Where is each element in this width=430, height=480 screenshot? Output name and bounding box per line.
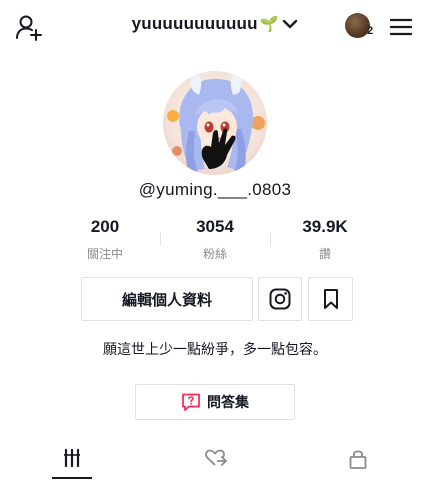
tab-liked[interactable] bbox=[196, 448, 236, 474]
stat-value: 3054 bbox=[196, 217, 234, 236]
bookmark-icon bbox=[323, 289, 338, 309]
favorites-button[interactable] bbox=[308, 277, 353, 321]
stat-following[interactable]: 200 關注中 bbox=[50, 217, 160, 262]
tab-videos[interactable] bbox=[52, 448, 92, 474]
question-box-icon bbox=[182, 393, 200, 411]
stat-value: 39.9K bbox=[302, 217, 348, 236]
profile-image bbox=[163, 71, 267, 175]
stat-likes[interactable]: 39.9K 讚 bbox=[270, 217, 380, 262]
liked-icon bbox=[205, 449, 227, 466]
qa-button[interactable]: 問答集 bbox=[135, 384, 295, 420]
instagram-button[interactable] bbox=[258, 277, 302, 321]
account-avatar-button[interactable]: 2 bbox=[345, 13, 377, 43]
profile-tabs bbox=[0, 440, 430, 480]
grid-icon bbox=[64, 448, 80, 468]
profile-handle: @yuming.___.0803 bbox=[138, 180, 292, 199]
menu-icon bbox=[390, 18, 412, 36]
instagram-icon bbox=[269, 288, 291, 310]
menu-button[interactable] bbox=[385, 13, 417, 41]
edit-profile-button[interactable]: 編輯個人資料 bbox=[81, 277, 253, 321]
sprout-emoji: 🌱 bbox=[259, 16, 279, 33]
chevron-down-icon bbox=[283, 19, 298, 29]
profile-picture[interactable] bbox=[163, 71, 267, 175]
stat-value: 200 bbox=[90, 217, 120, 236]
stat-followers[interactable]: 3054 粉絲 bbox=[160, 217, 270, 262]
stat-label: 粉絲 bbox=[202, 247, 227, 261]
profile-stats: 200 關注中 3054 粉絲 39.9K 讚 bbox=[50, 217, 380, 267]
lock-icon bbox=[349, 450, 367, 469]
top-bar: yuuuuuuuuuuu 🌱 2 bbox=[0, 0, 430, 54]
notification-badge: 2 bbox=[367, 25, 374, 37]
tab-private[interactable] bbox=[338, 448, 378, 474]
qa-label: 問答集 bbox=[207, 394, 249, 410]
profile-bio: 願這世上少一點紛爭，多一點包容。 bbox=[103, 341, 327, 357]
stat-label: 讚 bbox=[318, 247, 331, 261]
account-title: yuuuuuuuuuuu bbox=[131, 14, 258, 33]
stat-label: 關注中 bbox=[86, 247, 123, 261]
active-tab-indicator bbox=[52, 477, 92, 479]
